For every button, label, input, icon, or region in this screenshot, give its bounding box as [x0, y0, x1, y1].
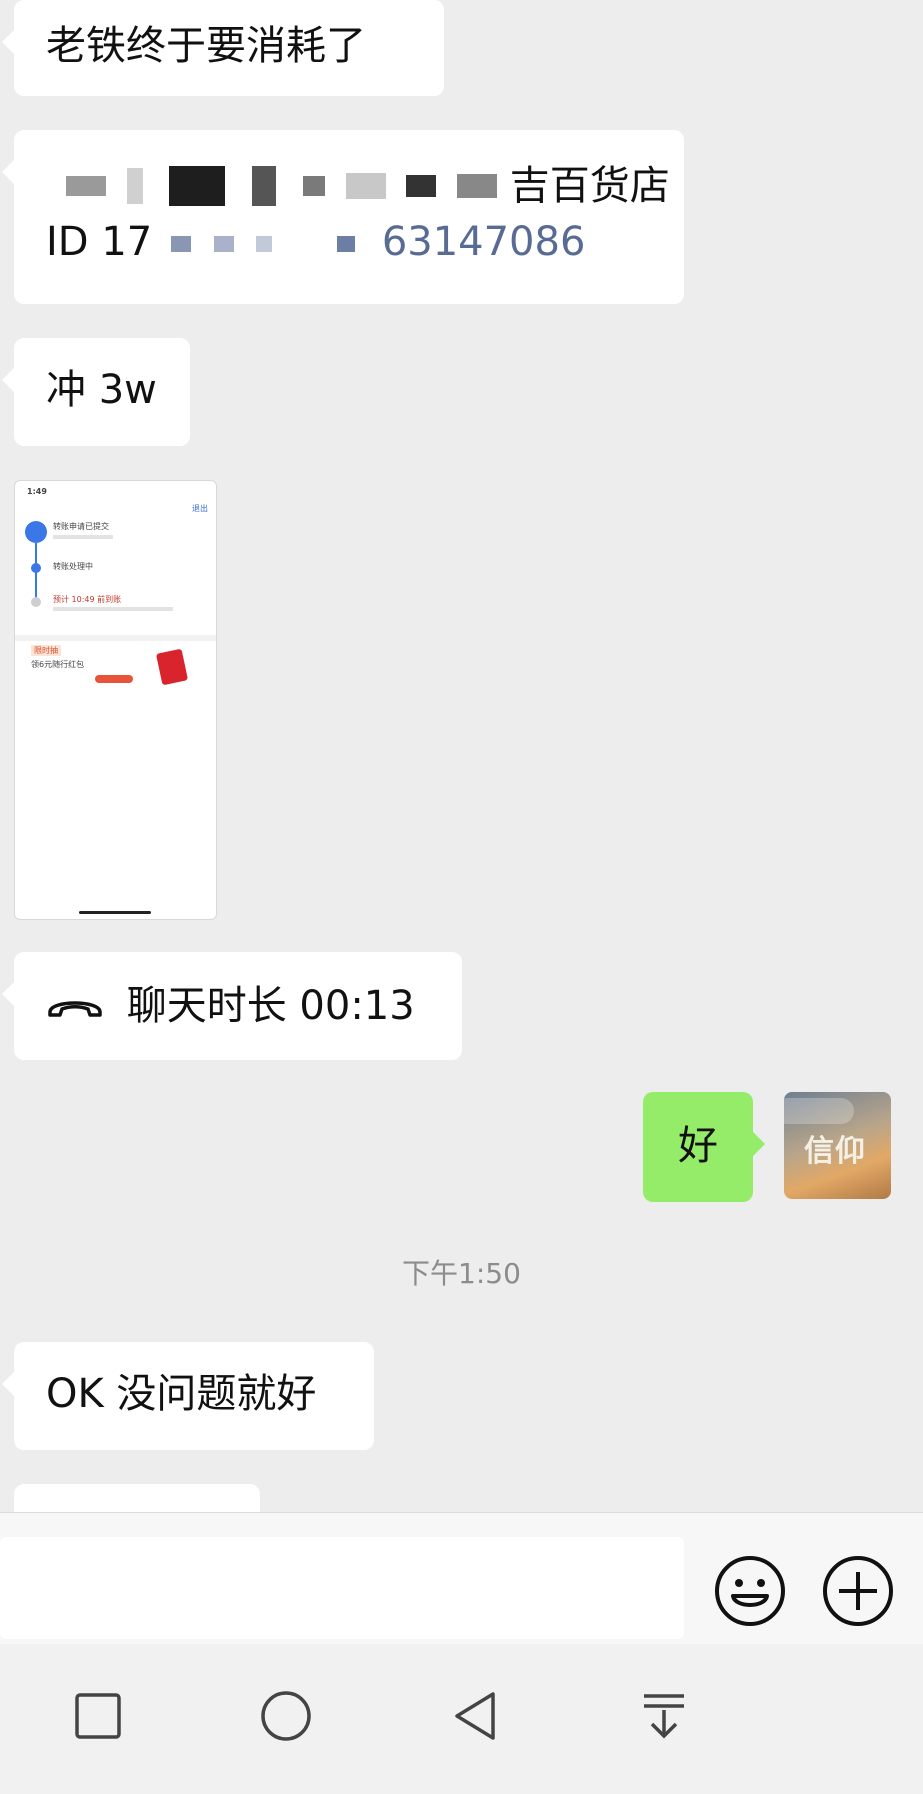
store-name-fragment: 吉百货店	[509, 163, 670, 209]
redaction-block	[126, 168, 143, 204]
square-icon[interactable]	[68, 1686, 128, 1746]
redaction-block	[169, 166, 226, 206]
message-input[interactable]	[0, 1537, 684, 1639]
plus-icon[interactable]	[821, 1554, 895, 1628]
system-nav-bar	[0, 1644, 923, 1794]
self-message-bubble[interactable]: 好	[643, 1092, 765, 1202]
thumb-step-dot	[31, 597, 41, 607]
thumb-timeline-line	[35, 543, 37, 605]
message-text: 好	[678, 1123, 718, 1169]
message-text: 冲 3w	[46, 367, 157, 413]
thumb-divider	[15, 635, 216, 641]
screenshot-image[interactable]: 1:49 退出 转账申请已提交 转账处理中 预计 10:49 前到账 限时抽 领…	[14, 480, 217, 920]
thumb-step3: 预计 10:49 前到账	[53, 595, 122, 604]
message-bubble[interactable]: 老铁终于要消耗了	[2, 0, 444, 96]
redaction-block	[406, 175, 437, 197]
message-bubble[interactable]: OK 没问题就好	[2, 1342, 374, 1450]
call-record-bubble[interactable]: 聊天时长 00:13	[2, 952, 462, 1060]
avatar-text: 信仰	[804, 1134, 866, 1169]
store-id-number[interactable]: 63147086	[382, 219, 586, 265]
message-bubble[interactable]: 吉百货店 ID 17 63147086	[2, 130, 684, 304]
redacted-line: 吉百货店	[46, 158, 670, 210]
phone-hangup-icon	[48, 1001, 102, 1017]
thumb-status-time: 1:49	[27, 487, 47, 496]
redaction-block	[457, 174, 498, 198]
redaction-block	[345, 173, 386, 199]
redaction-block	[170, 236, 191, 252]
message-text: OK 没问题就好	[46, 1371, 317, 1417]
redaction-block	[302, 176, 325, 196]
redaction-block	[213, 236, 234, 252]
store-id-line: ID 17 63147086	[46, 216, 652, 272]
thumb-step3-sub	[53, 607, 173, 611]
thumb-step-dot	[31, 563, 41, 573]
triangle-back-icon[interactable]	[445, 1686, 505, 1746]
redaction-block	[337, 236, 356, 252]
message-text: 老铁终于要消耗了	[46, 23, 366, 69]
thumb-step1: 转账申请已提交	[53, 522, 109, 531]
call-duration-text: 聊天时长 00:13	[126, 983, 415, 1029]
redaction-block	[256, 236, 273, 252]
thumb-step2: 转账处理中	[53, 562, 93, 571]
thumb-promo-title: 领6元随行红包	[31, 660, 85, 669]
circle-icon[interactable]	[256, 1686, 316, 1746]
redaction-block	[252, 166, 277, 206]
thumb-step-icon	[25, 521, 47, 543]
thumb-promo-button	[95, 675, 133, 683]
chat-input-bar	[0, 1512, 923, 1645]
self-avatar[interactable]: 信仰	[784, 1092, 891, 1199]
thumb-step1-sub	[53, 535, 113, 539]
thumb-home-indicator	[79, 911, 151, 914]
id-prefix: ID 17	[46, 219, 153, 265]
thumb-promo-tag: 限时抽	[31, 645, 61, 656]
avatar-cloud	[784, 1098, 854, 1124]
chat-timestamp: 下午1:50	[402, 1257, 521, 1290]
red-envelope-icon	[155, 648, 189, 686]
thumb-exit-link: 退出	[192, 504, 208, 513]
emoji-icon[interactable]	[713, 1554, 787, 1628]
message-bubble[interactable]: 冲 3w	[2, 338, 190, 446]
redaction-block	[66, 176, 106, 196]
pulldown-icon[interactable]	[634, 1686, 694, 1746]
